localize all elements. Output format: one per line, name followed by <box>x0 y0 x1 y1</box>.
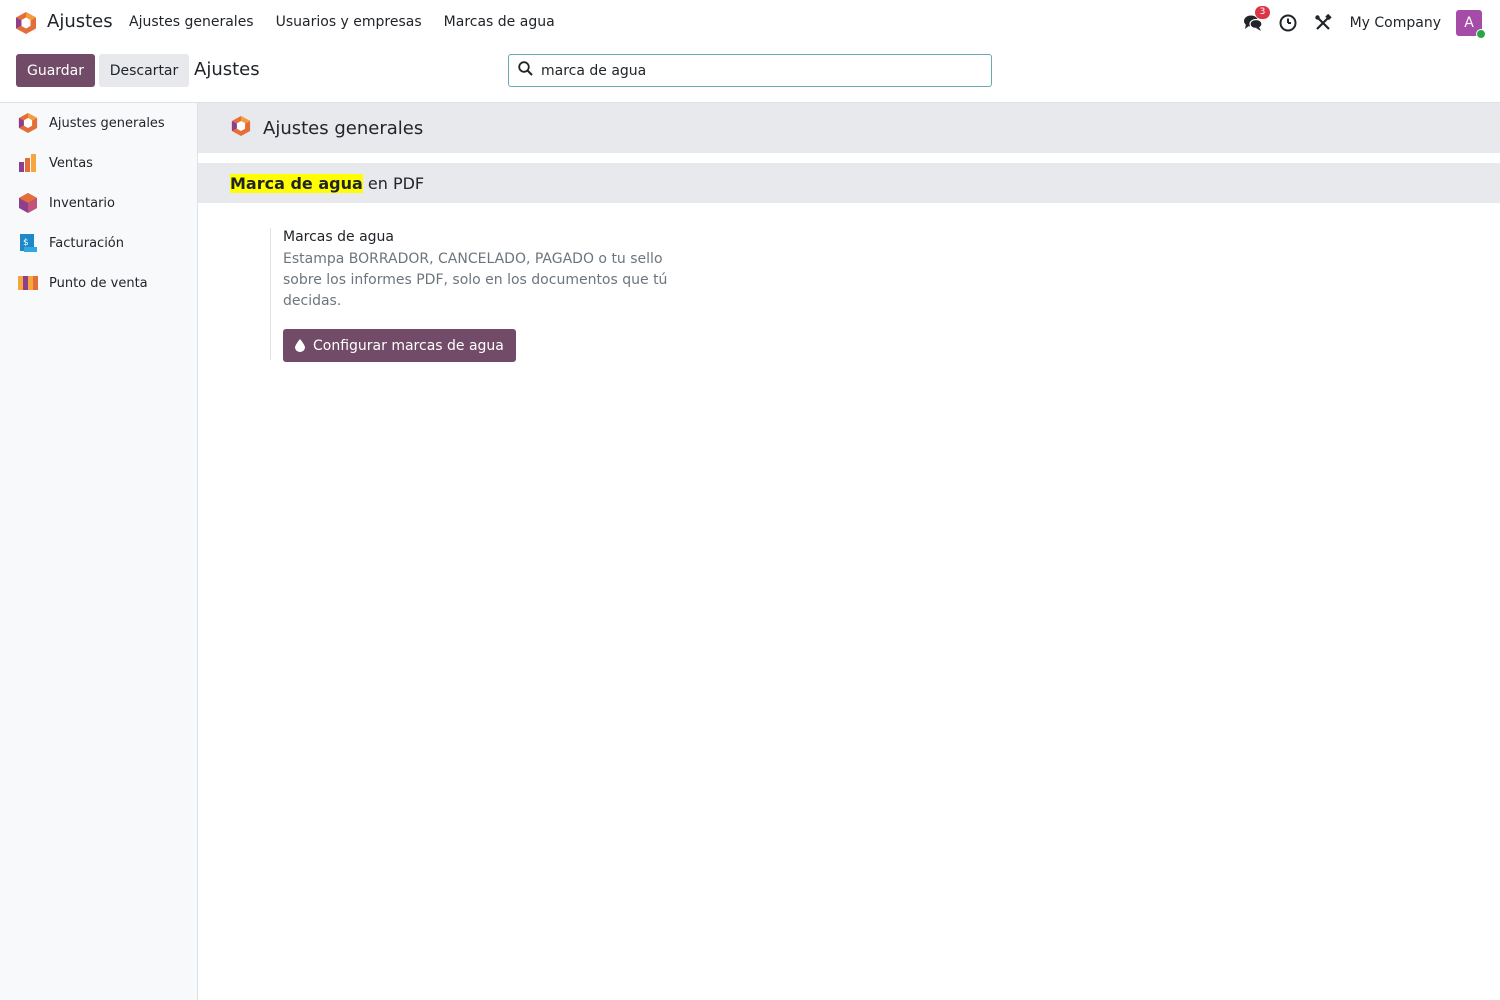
setting-description: Estampa BORRADOR, CANCELADO, PAGADO o tu… <box>283 251 668 309</box>
settings-app-icon <box>17 112 39 134</box>
svg-text:$: $ <box>23 238 29 248</box>
menu-item-general-settings[interactable]: Ajustes generales <box>129 14 254 30</box>
sidebar-item-point-of-sale[interactable]: Punto de venta <box>0 263 197 303</box>
save-button[interactable]: Guardar <box>16 54 95 87</box>
sidebar-item-label: Punto de venta <box>49 275 148 291</box>
settings-app-icon <box>231 115 251 141</box>
page-title: Ajustes <box>194 59 260 80</box>
app-settings-title: Ajustes generales <box>263 117 424 139</box>
sidebar-item-invoicing[interactable]: $ Facturación <box>0 223 197 263</box>
company-switcher[interactable]: My Company <box>1350 15 1441 31</box>
invoicing-app-icon: $ <box>17 232 39 254</box>
search-input[interactable] <box>541 62 961 79</box>
debug-tools-icon[interactable] <box>1312 12 1334 34</box>
top-menu: Ajustes generales Usuarios y empresas Ma… <box>129 14 577 30</box>
configure-watermarks-label: Configurar marcas de agua <box>313 337 504 354</box>
sidebar-item-general-settings[interactable]: Ajustes generales <box>0 103 197 143</box>
sidebar-item-inventory[interactable]: Inventario <box>0 183 197 223</box>
sidebar-item-label: Ventas <box>49 155 93 171</box>
sales-app-icon <box>17 152 39 174</box>
inventory-app-icon <box>17 192 39 214</box>
app-settings-header: Ajustes generales <box>198 103 1500 153</box>
search-icon <box>518 61 533 80</box>
settings-main-content: Ajustes generales Marca de agua en PDF M… <box>198 103 1500 1000</box>
setting-watermarks: Marcas de agua Estampa BORRADOR, CANCELA… <box>270 228 690 362</box>
menu-item-watermarks[interactable]: Marcas de agua <box>444 14 555 30</box>
app-name[interactable]: Ajustes <box>47 11 113 32</box>
section-header-pdf-watermark: Marca de agua en PDF <box>198 163 1500 203</box>
top-navbar: Ajustes Ajustes generales Usuarios y emp… <box>0 0 1500 46</box>
user-avatar[interactable]: A <box>1456 10 1486 39</box>
messages-badge: 3 <box>1254 6 1271 19</box>
avatar-letter: A <box>1464 15 1474 31</box>
activity-clock-icon[interactable] <box>1277 12 1299 34</box>
settings-sidebar: Ajustes generales Ventas Inventario $ Fa… <box>0 103 198 1000</box>
discard-button[interactable]: Descartar <box>99 54 189 87</box>
sidebar-item-label: Inventario <box>49 195 115 211</box>
search-box[interactable] <box>508 54 992 87</box>
sidebar-item-sales[interactable]: Ventas <box>0 143 197 183</box>
pos-app-icon <box>17 272 39 294</box>
settings-logo-icon[interactable] <box>15 11 37 35</box>
online-status-dot <box>1476 29 1486 39</box>
sidebar-item-label: Facturación <box>49 235 124 251</box>
messages-icon[interactable]: 3 <box>1242 6 1271 34</box>
section-title-rest: en PDF <box>362 173 425 193</box>
droplet-icon <box>295 339 305 352</box>
menu-item-users-companies[interactable]: Usuarios y empresas <box>276 14 422 30</box>
navbar-systray: 3 My Company A <box>1229 6 1486 39</box>
setting-label: Marcas de agua <box>283 229 394 245</box>
sidebar-item-label: Ajustes generales <box>49 115 165 131</box>
configure-watermarks-button[interactable]: Configurar marcas de agua <box>283 329 516 362</box>
search-highlight: Marca de agua <box>230 173 363 193</box>
